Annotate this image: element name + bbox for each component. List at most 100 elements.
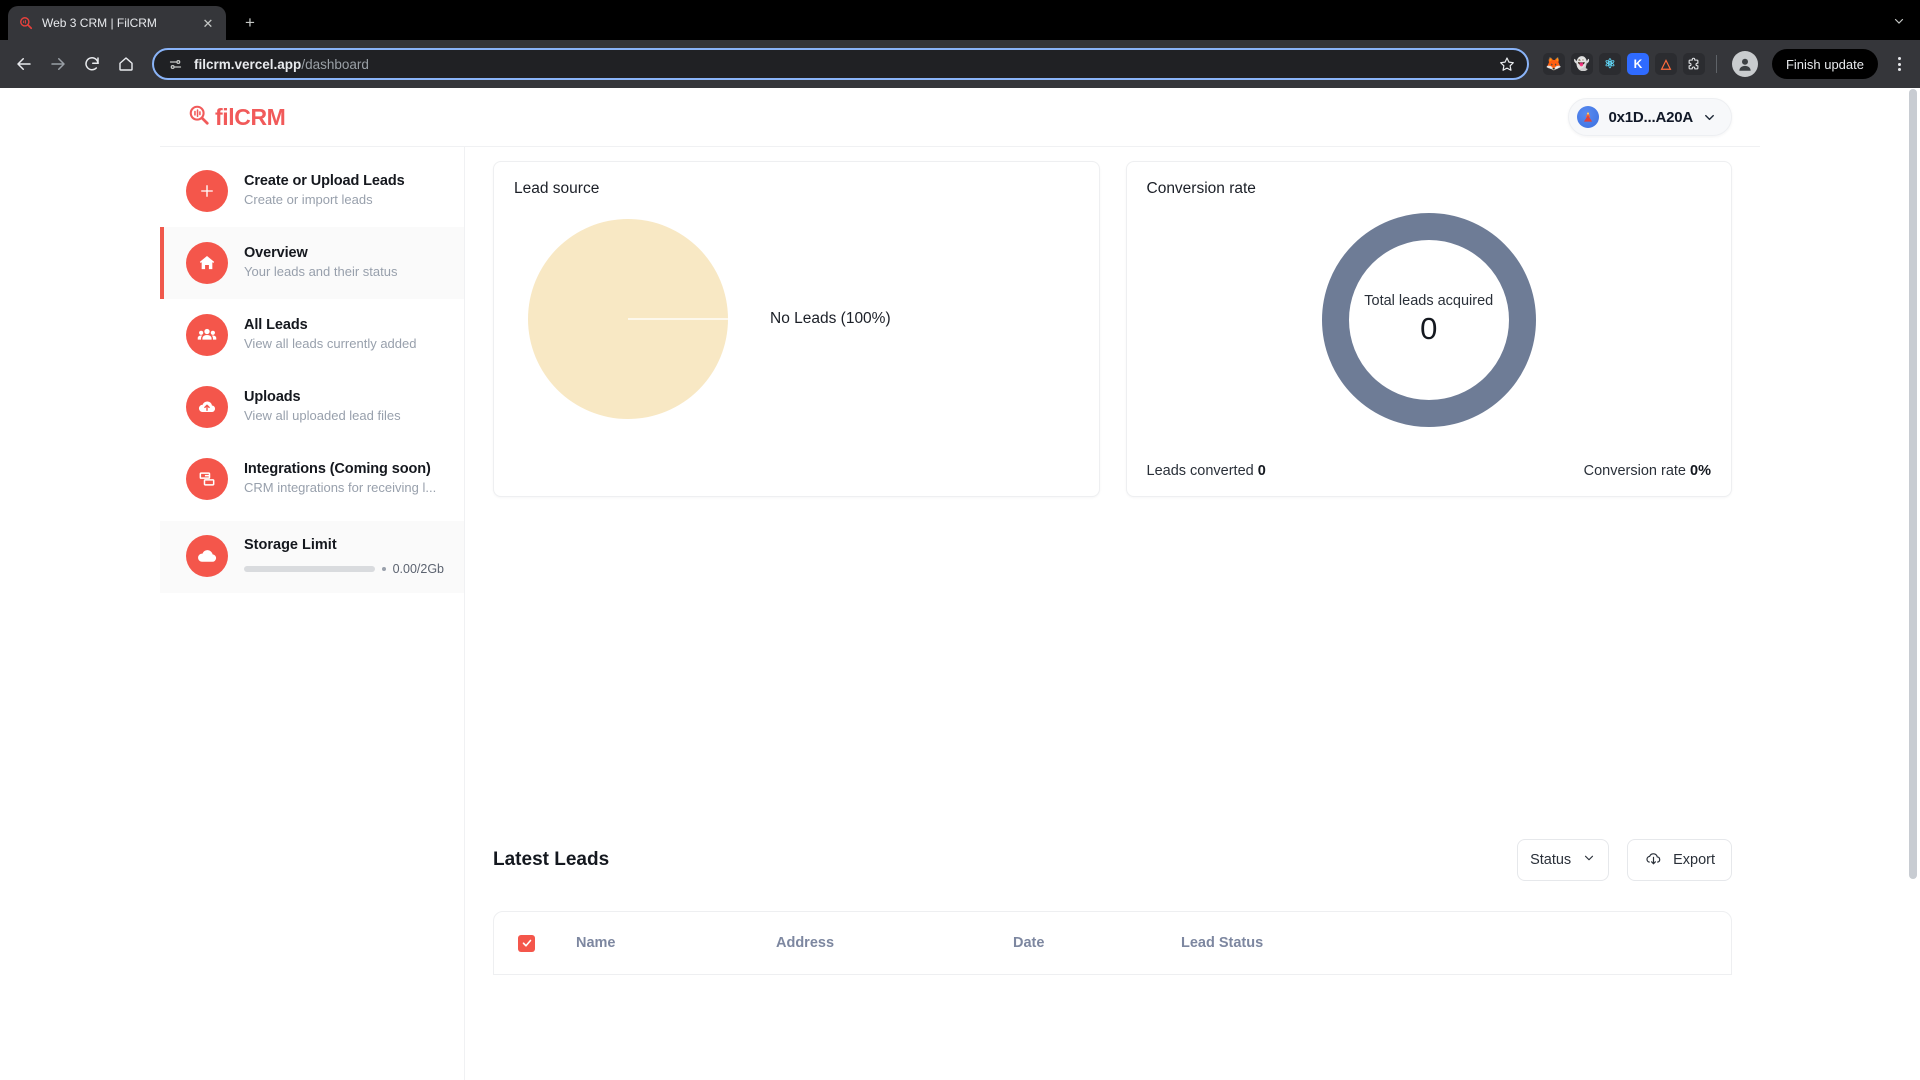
- summary-cards: Lead source No Leads (100%) Conversion r…: [493, 161, 1732, 497]
- users-icon: [186, 314, 228, 356]
- card-title: Conversion rate: [1146, 180, 1256, 197]
- select-all-checkbox[interactable]: [518, 934, 576, 952]
- sidebar-item-subtitle: View all uploaded lead files: [244, 408, 401, 424]
- sidebar-item-overview[interactable]: Overview Your leads and their status: [160, 227, 464, 299]
- storage-value: 0.00/2Gb: [392, 561, 444, 576]
- sidebar-item-subtitle: View all leads currently added: [244, 336, 417, 352]
- chevron-down-icon[interactable]: [1886, 8, 1912, 34]
- storage-progress-row: 0.00/2Gb: [244, 562, 444, 576]
- sidebar-item-title: All Leads: [244, 316, 308, 333]
- app-logo-text: filCRM: [215, 103, 286, 130]
- url-path: /dashboard: [301, 56, 369, 72]
- lead-source-card: Lead source No Leads (100%): [493, 161, 1100, 497]
- sidebar-item-all-leads[interactable]: All Leads View all leads currently added: [160, 299, 464, 371]
- sidebar-item-title: Integrations (Coming soon): [244, 460, 431, 477]
- cloud-upload-icon: [186, 386, 228, 428]
- page-viewport: filCRM 0x1D...A20A Create or Upload Lead…: [0, 88, 1920, 1080]
- latest-leads-table: Name Address Date Lead Status: [493, 911, 1732, 975]
- arrow-right-icon[interactable]: [42, 48, 74, 80]
- sidebar-item-text: Create or Upload Leads Create or import …: [244, 172, 405, 210]
- toolbar-divider: [1715, 55, 1717, 73]
- pie-slice-divider: [628, 318, 728, 320]
- new-tab-button[interactable]: +: [236, 9, 264, 37]
- reload-icon[interactable]: [76, 48, 108, 80]
- leads-converted-value: 0: [1257, 463, 1266, 479]
- leads-converted-label: Leads converted: [1146, 463, 1254, 479]
- tune-icon[interactable]: [166, 55, 184, 73]
- sidebar-item-uploads[interactable]: Uploads View all uploaded lead files: [160, 371, 464, 443]
- react-devtools-extension-icon[interactable]: ⚛: [1598, 53, 1621, 75]
- table-column-header-name: Name: [576, 935, 616, 951]
- conversion-rate-stat: Conversion rate 0%: [1584, 463, 1711, 479]
- home-icon[interactable]: [110, 48, 142, 80]
- sidebar-item-title: Overview: [244, 244, 308, 261]
- donut-ring: Total leads acquired 0: [1321, 213, 1536, 427]
- export-cloud-icon: [1644, 849, 1663, 872]
- leads-converted-stat: Leads converted 0: [1147, 463, 1266, 479]
- storage-body: Storage Limit 0.00/2Gb: [244, 537, 444, 576]
- tab-strip: Web 3 CRM | FilCRM ✕ +: [0, 0, 1920, 40]
- table-column-header-lead-status: Lead Status: [1181, 935, 1264, 951]
- table-column-header-date: Date: [1013, 935, 1045, 951]
- arrow-left-icon[interactable]: [8, 48, 40, 80]
- browser-tab[interactable]: Web 3 CRM | FilCRM ✕: [8, 6, 226, 40]
- latest-leads-title: Latest Leads: [493, 849, 610, 870]
- donut-center-caption: Total leads acquired: [1364, 293, 1494, 310]
- storage-progress-bar: [244, 565, 375, 572]
- card-title: Lead source: [514, 180, 600, 197]
- kebab-menu-icon[interactable]: [1886, 51, 1912, 77]
- argent-extension-icon[interactable]: △: [1654, 53, 1677, 75]
- scrollbar-thumb[interactable]: [1909, 89, 1917, 879]
- magnifier-logo-icon: [188, 104, 210, 131]
- app-body: Create or Upload Leads Create or import …: [160, 146, 1760, 1080]
- conversion-card-footer: Leads converted 0 Conversion rate 0%: [1147, 463, 1712, 479]
- chevron-down-icon: [1582, 851, 1596, 869]
- sidebar-item-title: Uploads: [244, 388, 301, 405]
- conversion-rate-value: 0%: [1690, 463, 1711, 479]
- browser-window: Web 3 CRM | FilCRM ✕ + filcrm.vercel.app…: [0, 0, 1920, 1080]
- checkbox-checked-icon: [518, 934, 535, 952]
- cloud-icon: [186, 535, 228, 577]
- wallet-address: 0x1D...A20A: [1608, 108, 1693, 126]
- sidebar-item-text: Overview Your leads and their status: [244, 244, 397, 282]
- pie-chart: [528, 219, 728, 419]
- table-column-header-address: Address: [776, 935, 835, 951]
- wallet-avatar-icon: [1577, 106, 1600, 128]
- export-button-label: Export: [1673, 852, 1715, 868]
- wallet-account-button[interactable]: 0x1D...A20A: [1568, 98, 1732, 136]
- latest-leads-header: Latest Leads Status Export: [493, 839, 1732, 881]
- finish-update-button[interactable]: Finish update: [1771, 49, 1878, 79]
- sidebar-item-text: Integrations (Coming soon) CRM integrati…: [244, 460, 436, 498]
- profile-avatar[interactable]: [1731, 51, 1758, 77]
- browser-toolbar: filcrm.vercel.app/dashboard 🦊 👻 ⚛ K △ Fi…: [0, 40, 1920, 88]
- chevron-down-icon: [1702, 110, 1717, 125]
- plus-icon: [186, 170, 228, 212]
- sidebar: Create or Upload Leads Create or import …: [160, 146, 465, 1080]
- status-filter-select[interactable]: Status: [1517, 839, 1610, 881]
- phantom-extension-icon[interactable]: 👻: [1570, 53, 1593, 75]
- metamask-extension-icon[interactable]: 🦊: [1542, 53, 1565, 75]
- main-content: Lead source No Leads (100%) Conversion r…: [465, 146, 1760, 1080]
- url-host: filcrm.vercel.app: [194, 56, 302, 72]
- url-text: filcrm.vercel.app/dashboard: [194, 57, 1487, 72]
- extension-icons: 🦊 👻 ⚛ K △ Finish update: [1539, 49, 1912, 79]
- conversion-donut-chart: Total leads acquired 0: [1147, 204, 1712, 436]
- sidebar-item-subtitle: Create or import leads: [244, 192, 373, 208]
- app-logo[interactable]: filCRM: [188, 103, 286, 131]
- pie-legend-label: No Leads (100%): [770, 310, 891, 327]
- page-scrollbar[interactable]: [1905, 88, 1920, 1080]
- sidebar-item-create-or-upload-leads[interactable]: Create or Upload Leads Create or import …: [160, 155, 464, 227]
- export-button[interactable]: Export: [1627, 839, 1732, 881]
- star-icon[interactable]: [1497, 54, 1517, 74]
- lead-source-chart: No Leads (100%): [514, 204, 1079, 434]
- storage-bullet-icon: [381, 566, 386, 571]
- status-filter-label: Status: [1530, 852, 1572, 868]
- conversion-rate-card: Conversion rate Total leads acquired 0 L…: [1125, 161, 1732, 497]
- sidebar-item-subtitle: CRM integrations for receiving l...: [244, 480, 437, 496]
- close-icon[interactable]: ✕: [200, 15, 216, 31]
- keplr-extension-icon[interactable]: K: [1626, 53, 1649, 75]
- latest-leads-actions: Status Export: [1517, 839, 1732, 881]
- address-bar[interactable]: filcrm.vercel.app/dashboard: [152, 48, 1529, 80]
- extensions-puzzle-icon[interactable]: [1682, 53, 1705, 75]
- sidebar-item-integrations[interactable]: Integrations (Coming soon) CRM integrati…: [160, 443, 464, 515]
